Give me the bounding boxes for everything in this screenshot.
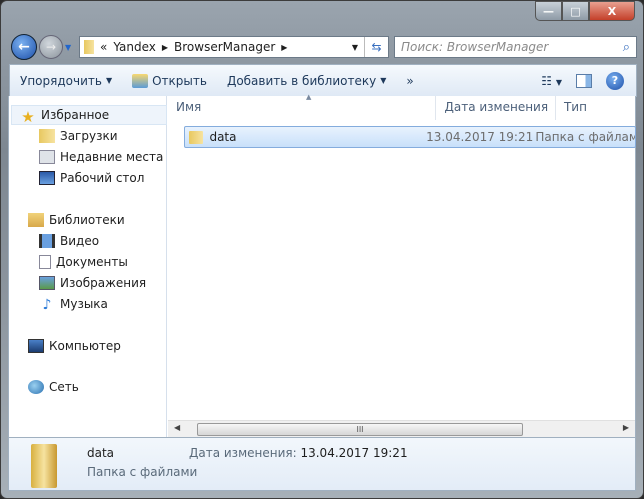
pictures-icon [39,276,55,290]
documents-icon [39,255,51,269]
recent-places-icon [39,150,55,164]
sidebar-item-label: Видео [60,234,100,248]
chevron-down-icon: ▼ [380,76,387,85]
sidebar-item-computer[interactable]: Компьютер [28,336,184,356]
details-name: data [87,446,115,460]
file-type: Папка с файлами [535,130,636,144]
scroll-right-icon[interactable]: ▶ [623,423,629,432]
sort-arrow-icon: ▲ [306,93,312,101]
file-list: ▲ Имя Дата изменения Тип data 13.04.2017 … [168,93,636,437]
view-options-button[interactable]: ☷ ▼ [541,74,562,88]
computer-icon [28,339,44,353]
more-commands-button[interactable]: » [396,74,423,88]
navigation-pane: ★ Избранное Загрузки Недавние места Рабоч… [9,96,167,437]
music-icon: ♪ [42,297,52,313]
scrollbar-thumb[interactable]: III [197,423,523,436]
file-name: data [209,130,237,144]
downloads-folder-icon [39,129,55,143]
command-bar: Упорядочить ▼ Открыть Добавить в библиоте… [9,64,637,97]
sidebar-item-label: Документы [56,255,128,269]
open-icon [132,73,149,88]
sidebar-item-label: Загрузки [60,129,118,143]
search-placeholder: Поиск: BrowserManager [401,40,549,54]
sidebar-item-label: Библиотеки [49,213,125,227]
chevron-down-icon: ▼ [555,77,562,87]
file-row[interactable]: data 13.04.2017 19:21 Папка с файлами [184,126,636,148]
sidebar-item-label: Рабочий стол [60,171,145,185]
star-icon: ★ [21,108,35,126]
add-to-library-label: Добавить в библиотеку [226,73,377,88]
sidebar-item-label: Недавние места [60,150,164,164]
refresh-button[interactable]: ⇆ [364,37,388,57]
sidebar-item-label: Изображения [60,276,147,290]
address-overflow[interactable]: « [100,40,107,54]
folder-icon [84,40,94,54]
search-input[interactable]: Поиск: BrowserManager ⌕ [394,36,637,58]
column-header-type[interactable]: Тип [556,96,635,120]
desktop-icon [39,171,55,185]
breadcrumb-arrow-icon[interactable]: ▶ [162,43,168,52]
breadcrumb-browsermanager[interactable]: BrowserManager [174,40,275,54]
back-button[interactable]: ← [11,34,37,60]
address-dropdown-icon[interactable]: ▼ [352,43,358,52]
organize-button[interactable]: Упорядочить ▼ [10,74,122,88]
maximize-button[interactable]: □ [562,1,589,21]
scroll-left-icon[interactable]: ◀ [174,423,180,432]
sidebar-item-libraries[interactable]: Библиотеки [28,210,184,230]
libraries-icon [28,213,44,227]
sidebar-item-favorites[interactable]: ★ Избранное [11,105,167,126]
video-icon [39,234,55,248]
details-date: Дата изменения: 13.04.2017 19:21 [189,446,408,460]
address-bar[interactable]: « Yandex ▶ BrowserManager ▶ ▼ ⇆ [79,36,389,58]
column-label: Тип [563,100,587,114]
content-area: ★ Избранное Загрузки Недавние места Рабоч… [8,93,636,437]
column-headers: ▲ Имя Дата изменения Тип [168,93,635,120]
sidebar-item-label: Избранное [41,108,110,122]
chevron-down-icon: ▼ [105,76,113,85]
minimize-button[interactable]: — [535,1,562,21]
details-pane: data Папка с файлами Дата изменения: 13.… [8,437,636,491]
sidebar-item-label: Сеть [49,380,79,394]
column-header-name[interactable]: ▲ Имя [168,93,437,120]
add-to-library-button[interactable]: Добавить в библиотеку ▼ [217,74,396,88]
details-type: Папка с файлами [87,465,198,479]
sidebar-item-label: Компьютер [49,339,121,353]
search-icon[interactable]: ⌕ [623,40,630,55]
sidebar-item-label: Музыка [60,297,108,311]
horizontal-scrollbar[interactable]: ◀ III ▶ [168,420,635,437]
column-label: Дата изменения [444,100,549,114]
details-date-label: Дата изменения: [189,446,297,460]
help-button[interactable]: ? [606,71,624,90]
navigation-buttons: ← → ▼ [11,34,71,60]
open-label: Открыть [152,73,207,88]
folder-large-icon [31,444,57,488]
column-label: Имя [176,100,202,114]
breadcrumb-yandex[interactable]: Yandex [113,40,156,54]
folder-icon [189,130,204,144]
breadcrumb-arrow-icon[interactable]: ▶ [281,43,287,52]
forward-button[interactable]: → [39,35,63,59]
open-button[interactable]: Открыть [122,73,217,88]
column-header-date[interactable]: Дата изменения [436,96,556,120]
sidebar-item-network[interactable]: Сеть [28,377,184,397]
close-button[interactable]: X [589,1,635,21]
preview-pane-button[interactable] [576,73,592,88]
caption-buttons: — □ X [535,1,635,21]
file-date: 13.04.2017 19:21 [426,130,534,144]
details-date-value: 13.04.2017 19:21 [300,446,408,460]
organize-label: Упорядочить [20,73,102,88]
network-icon [28,380,44,394]
recent-pages-dropdown[interactable]: ▼ [65,43,71,52]
